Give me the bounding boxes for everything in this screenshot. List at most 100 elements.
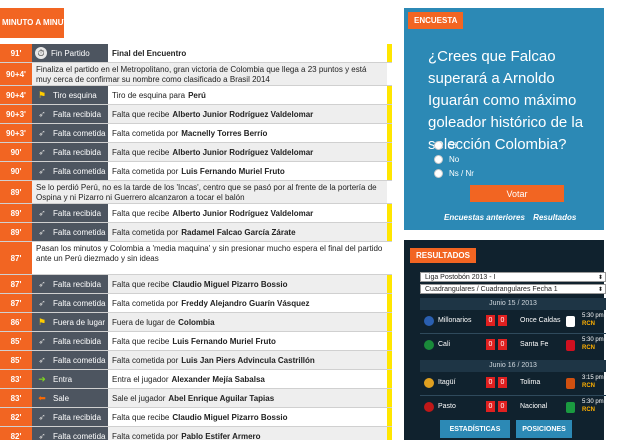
- event-minute: 83': [0, 370, 32, 388]
- match-row[interactable]: Cali 0 0 Santa Fe 5:30 pm RCN: [420, 334, 606, 356]
- event-row: 89' Se lo perdió Perú, no es la tarde de …: [0, 181, 392, 204]
- radio-icon[interactable]: [434, 155, 443, 164]
- event-text: Falta cometida por: [112, 298, 179, 308]
- event-type: ➶ Falta recibida: [32, 105, 108, 123]
- match-row[interactable]: Millonarios 0 0 Once Caldas 5:30 pm RCN: [420, 310, 606, 332]
- tv-channel: RCN: [582, 407, 595, 413]
- minute-by-minute-panel: MINUTO A MINUTO 91'⏱ Fin Partido Final del…: [0, 0, 394, 440]
- minute-by-minute-header: MINUTO A MINUTO: [0, 8, 64, 38]
- event-description: Falta que recibe Claudio Miguel Pizarro B…: [108, 408, 387, 426]
- whistle-icon: ➶: [38, 278, 46, 289]
- arrow-right-icon: ➜: [38, 373, 46, 384]
- standings-tab[interactable]: POSICIONES: [516, 420, 572, 438]
- event-type-label: Falta recibida: [53, 109, 102, 119]
- highlight-bar: [387, 242, 392, 274]
- event-text: Falta cometida por: [112, 166, 179, 176]
- event-type-label: Fin Partido: [51, 48, 90, 58]
- sidebar: ENCUESTA ¿Crees que Falcao superará a Ar…: [398, 0, 620, 440]
- event-description: Falta cometida por Freddy Alejandro Guarí…: [108, 294, 387, 312]
- home-score: 0: [486, 315, 495, 326]
- poll-option-no[interactable]: No: [434, 155, 459, 164]
- commentary-text: Finaliza el partido en el Metropolitano,…: [32, 63, 387, 85]
- event-player: Perú: [188, 90, 206, 100]
- away-team: Santa Fe: [520, 341, 549, 348]
- event-type: ➶ Falta recibida: [32, 408, 108, 426]
- event-row: 83' ➜ Entra Entra el jugador Alexander Mejía…: [0, 370, 392, 389]
- event-text: Falta cometida por: [112, 128, 179, 138]
- event-description: Sale el jugador Abel Enrique Aguilar Tapi…: [108, 389, 387, 407]
- event-type-label: Falta cometida: [53, 355, 106, 365]
- event-minute: 90+3': [0, 105, 32, 123]
- tv-channel: RCN: [582, 383, 595, 389]
- event-type-label: Falta recibida: [53, 147, 102, 157]
- event-player: Claudio Miguel Pizarro Bossio: [172, 412, 288, 422]
- match-time: 3:15 pm RCN: [582, 375, 604, 389]
- radio-icon[interactable]: [434, 169, 443, 178]
- highlight-bar: [387, 332, 392, 350]
- event-type: ⬅ Sale: [32, 389, 108, 407]
- event-player: Final del Encuentro: [112, 48, 187, 58]
- event-type: ➶ Falta recibida: [32, 332, 108, 350]
- match-time: 5:30 pm RCN: [582, 337, 604, 351]
- event-minute: 90+4': [0, 86, 32, 104]
- results-tag: RESULTADOS: [410, 248, 476, 263]
- event-description: Falta que recibe Alberto Junior Rodríguez…: [108, 204, 387, 222]
- event-type-label: Falta recibida: [53, 279, 102, 289]
- event-text: Falta que recibe: [112, 412, 170, 422]
- league-select[interactable]: Liga Postobón 2013 - I ⬍: [420, 272, 606, 282]
- event-row: 91' ⏱ Fin Partido Final del Encuentro: [0, 44, 392, 63]
- offside-flag-icon: ⚑: [37, 316, 47, 327]
- select-arrows-icon: ⬍: [597, 287, 603, 293]
- away-crest-icon: [566, 402, 575, 413]
- round-select[interactable]: Cuadrangulares / Cuadrangulares Fecha 1 ⬍: [420, 284, 606, 294]
- event-type-label: Falta cometida: [53, 298, 106, 308]
- highlight-bar: [387, 124, 392, 142]
- poll-option-nsnr[interactable]: Ns / Nr: [434, 169, 474, 178]
- event-text: Falta que recibe: [112, 147, 170, 157]
- radio-icon[interactable]: [434, 141, 443, 150]
- event-type: ➶ Falta recibida: [32, 143, 108, 161]
- select-arrows-icon: ⬍: [597, 275, 603, 281]
- event-description: Falta cometida por Macnelly Torres Berrío: [108, 124, 387, 142]
- event-description: Falta que recibe Luis Fernando Muriel Fru…: [108, 332, 387, 350]
- event-text: Sale el jugador: [112, 393, 166, 403]
- statistics-tab[interactable]: ESTADÍSTICAS: [440, 420, 510, 438]
- match-row[interactable]: Itagüí 0 0 Tolima 3:15 pm RCN: [420, 372, 606, 394]
- away-score: 0: [498, 339, 507, 350]
- event-minute: 83': [0, 389, 32, 407]
- event-minute: 85': [0, 351, 32, 369]
- event-type-label: Sale: [53, 393, 70, 403]
- away-score: 0: [498, 401, 507, 412]
- poll-results-link[interactable]: Resultados: [533, 213, 576, 222]
- event-type-label: Falta cometida: [53, 227, 106, 237]
- away-team: Nacional: [520, 403, 548, 410]
- event-text: Fuera de lugar de: [112, 317, 176, 327]
- event-text: Tiro de esquina para: [112, 90, 186, 100]
- vote-button[interactable]: Votar: [470, 185, 564, 202]
- event-type: ➶ Falta cometida: [32, 351, 108, 369]
- event-row: 85' ➶ Falta recibida Falta que recibe Luis F…: [0, 332, 392, 351]
- event-type: ➶ Falta recibida: [32, 275, 108, 293]
- previous-polls-link[interactable]: Encuestas anteriores: [444, 213, 525, 222]
- event-type-label: Falta cometida: [53, 431, 106, 440]
- poll-option-si[interactable]: Sí: [434, 141, 457, 150]
- event-row: 87' ➶ Falta recibida Falta que recibe Claudi…: [0, 275, 392, 294]
- commentary-text: Pasan los minutos y Colombia a 'media ma…: [32, 242, 387, 274]
- event-row: 90+3' ➶ Falta cometida Falta cometida por Ma…: [0, 124, 392, 143]
- event-description: Falta cometida por Pablo Estifer Armero: [108, 427, 387, 440]
- event-description: Falta cometida por Luis Fernando Muriel F…: [108, 162, 387, 180]
- event-description: Entra el jugador Alexander Mejía Sabalsa: [108, 370, 387, 388]
- event-player: Luis Jan Piers Advincula Castrillón: [181, 355, 315, 365]
- home-score: 0: [486, 339, 495, 350]
- poll-tag: ENCUESTA: [408, 12, 464, 29]
- corner-flag-icon: ⚑: [37, 89, 47, 100]
- home-score: 0: [486, 377, 495, 388]
- event-type-label: Entra: [53, 374, 73, 384]
- event-row: 82' ➶ Falta cometida Falta cometida por Pabl…: [0, 427, 392, 440]
- away-score: 0: [498, 315, 507, 326]
- match-date: Junio 15 / 2013: [420, 298, 606, 310]
- event-description: Fuera de lugar de Colombia: [108, 313, 387, 331]
- event-row: 89' ➶ Falta recibida Falta que recibe Albert…: [0, 204, 392, 223]
- match-row[interactable]: Pasto 0 0 Nacional 5:30 pm RCN: [420, 396, 606, 418]
- highlight-bar: [387, 105, 392, 123]
